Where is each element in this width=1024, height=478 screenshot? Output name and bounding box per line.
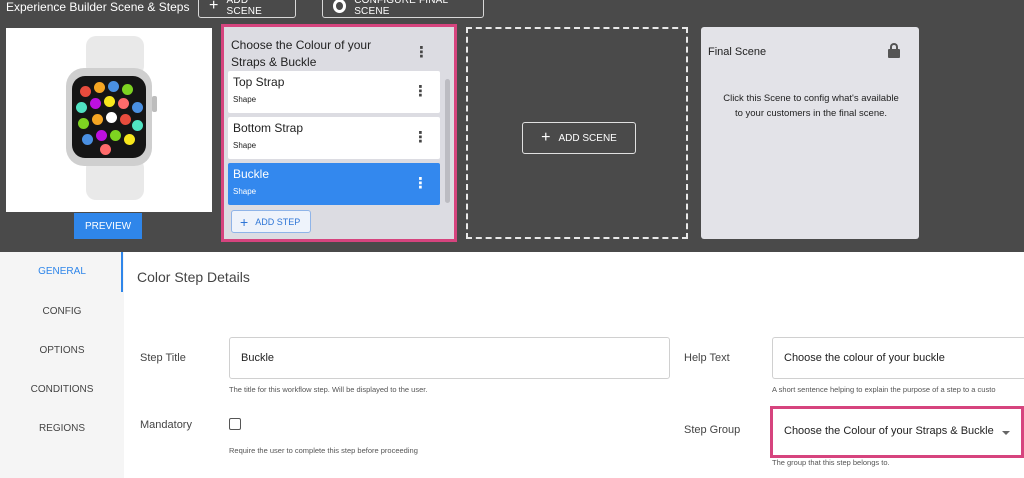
preview-card[interactable] — [6, 28, 212, 212]
plus-icon: + — [209, 0, 219, 14]
step-title-label: Step Title — [140, 352, 186, 364]
step-title: Top Strap — [233, 75, 285, 89]
add-step-label: ADD STEP — [255, 216, 301, 227]
help-text-value: Choose the colour of your buckle — [784, 352, 945, 364]
step-more-icon[interactable]: ⋮ — [413, 130, 428, 145]
add-scene-label: ADD SCENE — [558, 132, 617, 144]
chevron-down-icon — [1002, 431, 1010, 435]
help-text-hint: A short sentence helping to explain the … — [772, 385, 996, 394]
lock-icon — [888, 43, 900, 58]
final-scene-card[interactable]: Final Scene Click this Scene to config w… — [701, 27, 919, 239]
scene-card[interactable]: Choose the Colour of your Straps & Buckl… — [221, 24, 457, 242]
add-scene-header-button[interactable]: + ADD SCENE — [198, 0, 296, 18]
watch-screen — [72, 76, 146, 158]
step-title: Buckle — [233, 167, 270, 181]
step-item-buckle[interactable]: Buckle Shape ⋮ — [228, 163, 440, 205]
step-group-hint: The group that this step belongs to. — [772, 458, 890, 467]
step-title-hint: The title for this workflow step. Will b… — [229, 385, 428, 394]
configure-final-scene-button[interactable]: CONFIGURE FINAL SCENE — [322, 0, 484, 18]
add-scene-header-label: ADD SCENE — [226, 0, 262, 17]
steps-scrollbar[interactable] — [445, 79, 450, 203]
sidebar-item-options[interactable]: OPTIONS — [0, 345, 124, 356]
add-step-button[interactable]: + ADD STEP — [231, 210, 311, 233]
sidebar-item-config[interactable]: CONFIG — [0, 306, 124, 317]
detail-sidebar: GENERAL CONFIG OPTIONS CONDITIONS REGION… — [0, 252, 124, 478]
gear-icon — [333, 0, 347, 13]
empty-scene-slot: + ADD SCENE — [466, 27, 688, 239]
sidebar-item-conditions[interactable]: CONDITIONS — [0, 384, 124, 395]
section-title: Color Step Details — [137, 269, 250, 285]
step-item-top-strap[interactable]: Top Strap Shape ⋮ — [228, 71, 440, 113]
sidebar-item-general[interactable]: GENERAL — [0, 266, 124, 277]
scene-more-icon[interactable]: ⋮ — [414, 45, 429, 60]
step-subtitle: Shape — [233, 141, 257, 150]
step-more-icon[interactable]: ⋮ — [413, 176, 428, 191]
step-title-value: Buckle — [241, 352, 275, 364]
step-subtitle: Shape — [233, 187, 257, 196]
step-title-input[interactable]: Buckle — [229, 337, 670, 379]
scene-title: Choose the Colour of your Straps & Buckl… — [231, 38, 372, 69]
help-text-input[interactable]: Choose the colour of your buckle — [772, 337, 1024, 379]
plus-icon: + — [240, 213, 249, 230]
mandatory-hint: Require the user to complete this step b… — [229, 446, 418, 455]
sidebar-item-regions[interactable]: REGIONS — [0, 423, 124, 434]
watch-crown — [152, 96, 157, 112]
step-subtitle: Shape — [233, 95, 257, 104]
final-scene-description: Click this Scene to config what's availa… — [723, 93, 899, 119]
step-group-select[interactable]: Choose the Colour of your Straps & Buckl… — [770, 406, 1024, 458]
step-group-label: Step Group — [684, 424, 741, 436]
step-more-icon[interactable]: ⋮ — [413, 84, 428, 99]
preview-button[interactable]: PREVIEW — [74, 213, 142, 239]
step-group-value: Choose the Colour of your Straps & Buckl… — [784, 425, 994, 437]
mandatory-checkbox[interactable] — [229, 418, 241, 430]
step-item-bottom-strap[interactable]: Bottom Strap Shape ⋮ — [228, 117, 440, 159]
mandatory-label: Mandatory — [140, 419, 192, 431]
watch-image — [66, 68, 152, 166]
configure-final-scene-label: CONFIGURE FINAL SCENE — [354, 0, 448, 17]
step-title: Bottom Strap — [233, 121, 304, 135]
page-title: Experience Builder Scene & Steps — [6, 0, 190, 14]
add-scene-button[interactable]: + ADD SCENE — [522, 122, 636, 154]
scene-builder-area: Experience Builder Scene & Steps + ADD S… — [0, 0, 1024, 252]
help-text-label: Help Text — [684, 352, 730, 364]
plus-icon: + — [541, 129, 551, 146]
final-scene-title: Final Scene — [708, 46, 767, 58]
